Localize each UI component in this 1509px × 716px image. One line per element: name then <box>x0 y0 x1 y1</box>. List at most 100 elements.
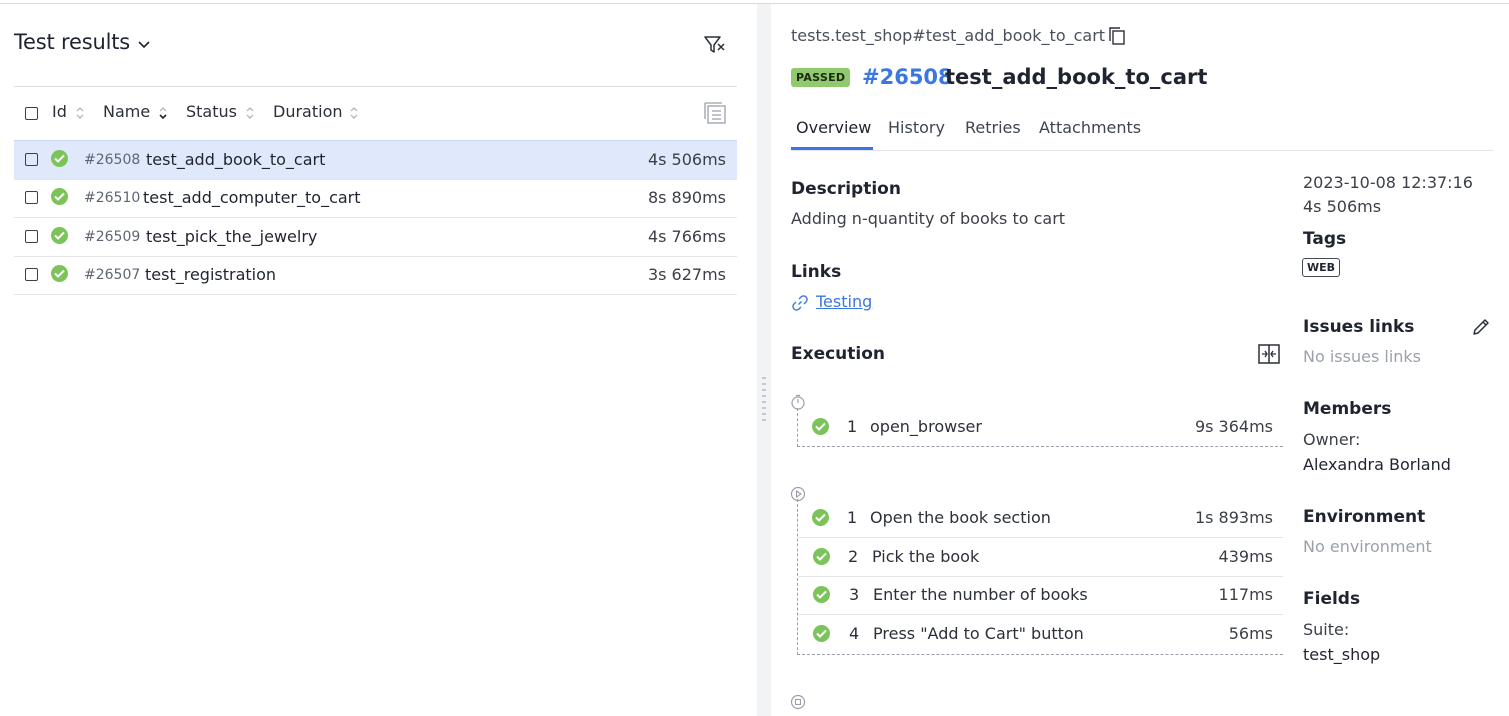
pane-splitter[interactable] <box>757 4 771 716</box>
column-name[interactable]: Name <box>103 102 150 121</box>
column-settings-icon[interactable] <box>704 101 728 125</box>
tab-history[interactable]: History <box>888 118 945 137</box>
passed-status-icon <box>51 227 68 244</box>
step-name: Press "Add to Cart" button <box>873 624 1084 643</box>
passed-status-icon <box>813 625 830 642</box>
environment-title: Environment <box>1303 507 1426 527</box>
step-row[interactable]: 1 Open the book section 1s 893ms <box>798 499 1283 538</box>
tab-attachments[interactable]: Attachments <box>1039 118 1141 137</box>
step-row[interactable]: 4 Press "Add to Cart" button 56ms <box>798 615 1283 653</box>
table-header: Id Name Status Duration <box>14 98 737 128</box>
step-name: Enter the number of books <box>873 585 1088 604</box>
row-checkbox[interactable] <box>25 153 38 166</box>
step-duration: 439ms <box>1218 547 1273 566</box>
passed-status-icon <box>51 150 68 167</box>
column-duration[interactable]: Duration <box>273 102 343 121</box>
issues-title: Issues links <box>1303 317 1415 337</box>
table-row[interactable]: #26507 test_registration 3s 627ms <box>14 256 737 295</box>
row-duration: 4s 766ms <box>647 227 726 246</box>
owner-name: Alexandra Borland <box>1303 455 1451 474</box>
detail-tabs: Overview History Retries Attachments <box>791 118 1493 151</box>
row-id: #26508 <box>84 152 141 168</box>
sort-icon[interactable] <box>245 105 255 121</box>
row-duration: 8s 890ms <box>647 188 726 207</box>
step-row[interactable]: 3 Enter the number of books 117ms <box>798 576 1283 615</box>
step-duration: 56ms <box>1228 624 1273 643</box>
panel-title[interactable]: Test results <box>14 30 130 54</box>
row-name: test_add_computer_to_cart <box>143 188 361 207</box>
top-border <box>0 3 1509 4</box>
column-id[interactable]: Id <box>52 102 67 121</box>
step-duration: 117ms <box>1218 585 1273 604</box>
test-title: test_add_book_to_cart <box>945 65 1208 89</box>
drag-handle-icon[interactable] <box>762 376 766 424</box>
step-number: 2 <box>848 547 859 566</box>
select-all-checkbox[interactable] <box>25 107 38 120</box>
test-id: #26508 <box>862 65 953 89</box>
tab-overview[interactable]: Overview <box>796 118 871 137</box>
header-divider <box>14 86 737 87</box>
links-title: Links <box>791 262 842 282</box>
column-status[interactable]: Status <box>186 102 237 121</box>
tab-retries[interactable]: Retries <box>965 118 1021 137</box>
status-badge: PASSED <box>791 68 851 87</box>
step-row[interactable]: 2 Pick the book 439ms <box>798 538 1283 577</box>
body-steps: 1 Open the book section 1s 893ms 2 Pick … <box>797 499 1283 655</box>
execution-title: Execution <box>791 344 886 364</box>
passed-status-icon <box>812 509 829 526</box>
copy-icon[interactable] <box>1108 27 1126 45</box>
sort-icon[interactable] <box>75 105 85 121</box>
step-number: 1 <box>847 417 858 436</box>
table-row[interactable]: #26508 test_add_book_to_cart 4s 506ms <box>14 140 737 180</box>
table-row[interactable]: #26509 test_pick_the_jewelry 4s 766ms <box>14 218 737 257</box>
row-id: #26507 <box>84 267 141 283</box>
run-datetime: 2023-10-08 12:37:16 <box>1303 173 1473 192</box>
description-title: Description <box>791 179 901 199</box>
breadcrumb: tests.test_shop#test_add_book_to_cart <box>791 26 1106 45</box>
run-duration: 4s 506ms <box>1303 197 1382 216</box>
step-name: Pick the book <box>872 547 980 566</box>
link-icon <box>792 295 808 311</box>
members-title: Members <box>1303 399 1392 419</box>
step-number: 3 <box>849 585 860 604</box>
row-checkbox[interactable] <box>25 268 38 281</box>
passed-status-icon <box>812 418 829 435</box>
passed-status-icon <box>813 548 830 565</box>
fields-title: Fields <box>1303 589 1361 609</box>
sort-desc-icon[interactable] <box>158 105 168 121</box>
step-number: 1 <box>847 508 858 527</box>
sort-icon[interactable] <box>349 105 359 121</box>
tag-badge[interactable]: WEB <box>1302 258 1341 277</box>
row-checkbox[interactable] <box>25 230 38 243</box>
testing-link[interactable]: Testing <box>816 292 872 311</box>
step-duration: 1s 893ms <box>1194 508 1273 527</box>
description-text: Adding n-quantity of books to cart <box>791 209 1066 228</box>
chevron-down-icon[interactable] <box>136 36 152 52</box>
row-checkbox[interactable] <box>25 191 38 204</box>
clear-filter-icon[interactable] <box>703 34 727 56</box>
step-name: open_browser <box>870 417 982 436</box>
active-tab-indicator <box>791 147 873 150</box>
owner-label: Owner: <box>1303 430 1361 449</box>
step-number: 4 <box>849 624 860 643</box>
edit-pencil-icon[interactable] <box>1471 317 1491 337</box>
step-duration: 9s 364ms <box>1194 417 1273 436</box>
step-name: Open the book section <box>870 508 1051 527</box>
passed-status-icon <box>813 586 830 603</box>
row-id: #26509 <box>84 229 141 245</box>
step-row[interactable]: 1 open_browser 9s 364ms <box>798 408 1283 446</box>
environment-empty: No environment <box>1303 537 1432 556</box>
setup-steps: 1 open_browser 9s 364ms <box>797 408 1283 447</box>
issues-empty: No issues links <box>1303 347 1421 366</box>
collapse-steps-icon[interactable] <box>1257 342 1281 366</box>
passed-status-icon <box>51 188 68 205</box>
suite-label: Suite: <box>1303 620 1350 639</box>
tags-title: Tags <box>1303 229 1347 249</box>
row-duration: 4s 506ms <box>647 150 726 169</box>
row-name: test_registration <box>145 265 277 284</box>
stop-icon <box>790 694 806 710</box>
passed-status-icon <box>51 265 68 282</box>
row-id: #26510 <box>84 190 141 206</box>
suite-value: test_shop <box>1303 645 1381 664</box>
table-row[interactable]: #26510 test_add_computer_to_cart 8s 890m… <box>14 179 737 218</box>
